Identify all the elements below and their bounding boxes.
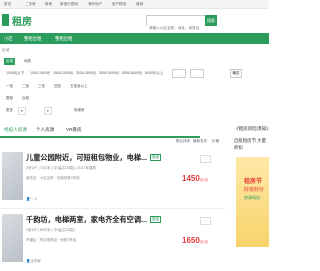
filter-chip[interactable]: 1000-1500元	[28, 70, 52, 77]
filter-chip[interactable]: 合租	[20, 95, 31, 102]
listing-thumbnail[interactable]	[2, 152, 23, 200]
search-button[interactable]: 搜索	[205, 15, 217, 26]
top-utility-bar: 首页 二手房 新房 新浪乐居网 海外地产 家产精选 营销	[0, 0, 269, 9]
tab-all[interactable]: 经纪人房源	[4, 127, 27, 133]
sidebar-promo[interactable]: 启航租房节 大量	[234, 138, 266, 144]
sidebar-title[interactable]: 《租房风险须知》	[234, 126, 271, 132]
listing-tag: 整租	[150, 154, 161, 161]
filter-chip[interactable]: 1000元以下	[4, 70, 26, 77]
filter-chip[interactable]: 地铁	[22, 58, 33, 65]
nav-item[interactable]: 小区	[4, 36, 13, 42]
topbar-link[interactable]: 首页	[4, 2, 11, 7]
sort-option[interactable]: 默认排序	[176, 139, 190, 144]
listing-thumbnail[interactable]	[2, 214, 23, 262]
ad-headline: 租房节	[244, 179, 263, 185]
listing-tabs: 经纪人房源 个人房源 VR看房	[0, 125, 200, 138]
nav-item[interactable]: 整租出租	[24, 36, 42, 42]
listing-meta: 开福区 · 附近地铁站 · 地铁1号线	[26, 238, 77, 242]
nav-item[interactable]: 整租出租	[55, 36, 73, 42]
agent-name: 👤一人	[26, 197, 38, 201]
sidebar-promo: 折扣	[234, 145, 243, 150]
listing-price: 1650元/月	[182, 230, 208, 248]
listing-price: 1450元/月	[182, 168, 208, 186]
price-value: 1650	[182, 236, 200, 245]
tab-vr[interactable]: VR看房	[66, 127, 82, 133]
topbar-link[interactable]: 新房	[45, 2, 52, 7]
favorite-button[interactable]: ♡	[200, 217, 211, 225]
filter-chip[interactable]: 整租	[4, 95, 15, 102]
filter-chip[interactable]: 2000-3000元	[74, 70, 98, 77]
main-nav: 小区 整租出租 整租出租	[0, 33, 269, 44]
filter-chip[interactable]: 5000-8000元	[120, 70, 144, 77]
filter-chip[interactable]: 一室	[4, 83, 15, 90]
rent-max-input[interactable]	[190, 69, 204, 78]
topbar-link[interactable]: 新浪乐居网	[60, 2, 78, 7]
ad-subheadline: 好房好价	[244, 187, 265, 193]
filter-row-type: 整租 合租	[0, 93, 269, 104]
range-separator: -	[186, 70, 188, 74]
topbar-link[interactable]: 家产精选	[112, 2, 126, 7]
price-unit: 元/月	[199, 240, 208, 244]
logo-icon[interactable]	[2, 14, 9, 26]
sort-option[interactable]: 价格	[212, 139, 219, 144]
filter-chip[interactable]: 五室及以上	[68, 83, 90, 90]
filter-chip[interactable]: 8000元以上	[143, 70, 165, 77]
filter-dropdown[interactable]: ▾	[18, 107, 26, 115]
filter-row-region: 区域 地铁	[0, 56, 269, 67]
listing-title[interactable]: 儿童公园附近，可短租包物业，电梯...	[26, 153, 147, 163]
filter-chip[interactable]: 1500-2000元	[51, 70, 75, 77]
filter-chip[interactable]: 电梯房	[72, 107, 87, 114]
agent-name: 👤企学家	[26, 259, 41, 263]
topbar-link[interactable]: 海外地产	[88, 2, 102, 7]
listing-tag: 整租	[150, 216, 161, 223]
search-input[interactable]	[147, 23, 205, 33]
rent-confirm-button[interactable]: 确定	[230, 69, 242, 78]
filter-chip[interactable]: 区域	[4, 58, 15, 65]
listing-title[interactable]: 千韵坊，电梯两室，家电齐全有空调...	[26, 215, 147, 225]
sidebar-ad-banner[interactable]	[236, 157, 269, 247]
site-brand[interactable]: 租房	[12, 13, 32, 28]
filter-row-rent: 1000元以下 1000-1500元 1500-2000元 2000-3000元…	[0, 68, 269, 79]
filter-chip[interactable]: 四室	[52, 83, 63, 90]
price-unit: 元/月	[199, 178, 208, 182]
sort-option[interactable]: 最新发布	[193, 139, 207, 144]
breadcrumb: 区域	[2, 48, 10, 52]
ad-caption: 房源网站	[244, 195, 260, 200]
filter-dropdown[interactable]: ▾	[44, 107, 52, 115]
listing-meta: 2室1厅 | 74平米 | 中/高(共18层) | 2017年建筑	[26, 166, 96, 170]
filter-row-rooms: 一室 二室 三室 四室 五室及以上	[0, 81, 269, 92]
favorite-button[interactable]: ♡	[200, 155, 211, 163]
filter-chip[interactable]: 三室	[36, 83, 47, 90]
filter-chip[interactable]: 二室	[20, 83, 31, 90]
listing-meta: 2室1厅 | 68平米 | 中/高(共16层)	[26, 228, 75, 232]
filter-label: 更多	[6, 108, 13, 112]
filter-row-more: 更多 ▾ ▾ 电梯房	[0, 105, 269, 116]
search-input-wrapper	[146, 15, 206, 33]
listing-meta: 雨花区 · 小区名称 · 仿制地铁2号线	[26, 176, 80, 180]
filter-chip[interactable]: 3000-5000元	[97, 70, 121, 77]
price-value: 1450	[182, 174, 200, 183]
divider	[0, 208, 225, 209]
rent-min-input[interactable]	[172, 69, 186, 78]
topbar-link[interactable]: 二手房	[25, 2, 36, 7]
tab-personal[interactable]: 个人房源	[36, 127, 54, 133]
topbar-link[interactable]: 营销	[136, 2, 143, 7]
